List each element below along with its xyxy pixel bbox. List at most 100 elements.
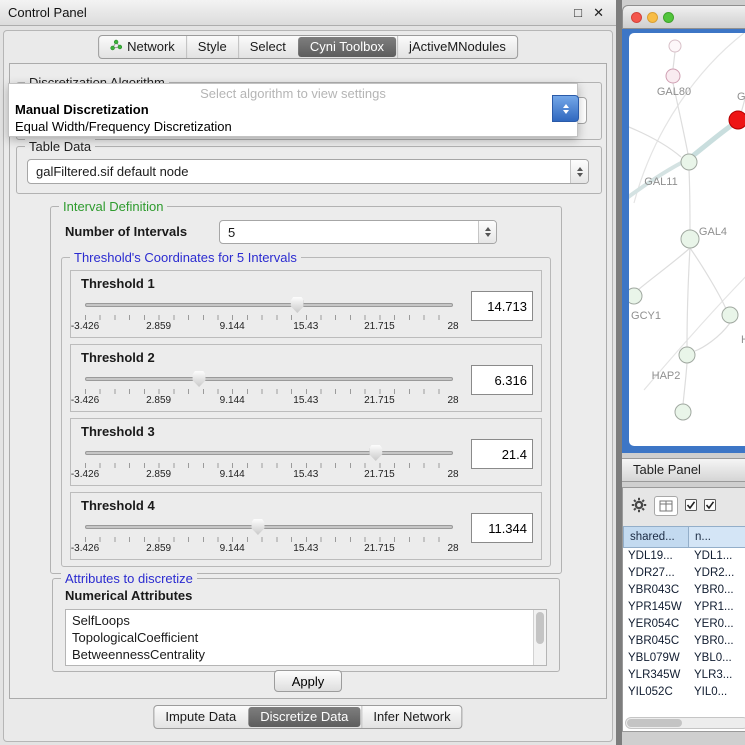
- list-item[interactable]: SelfLoops: [66, 610, 546, 629]
- list-item[interactable]: BetweennessCentrality: [66, 646, 546, 663]
- table-row[interactable]: YDR27...YDR2...: [623, 565, 745, 582]
- slider-thumb[interactable]: [369, 445, 382, 461]
- float-window-button[interactable]: □: [574, 5, 582, 20]
- table-panel-titlebar: Table Panel: [622, 458, 745, 482]
- network-canvas[interactable]: GAL80 GAL11 GAL4 GCY1 HAP2 GA H: [629, 33, 745, 446]
- tab-discretize-data[interactable]: Discretize Data: [248, 707, 360, 727]
- tab-label: Cyni Toolbox: [310, 37, 384, 57]
- list-item[interactable]: TopologicalCoefficient: [66, 629, 546, 646]
- network-window-titlebar: [622, 5, 745, 29]
- slider-thumb[interactable]: [193, 371, 206, 387]
- columns-button[interactable]: [654, 496, 678, 516]
- network-node[interactable]: [681, 154, 697, 170]
- threshold-value-input[interactable]: [471, 513, 533, 543]
- network-node[interactable]: [666, 69, 680, 83]
- minimize-traffic-light[interactable]: [647, 12, 658, 23]
- table-data-combobox[interactable]: galFiltered.sif default node: [27, 159, 589, 184]
- selected-network-node[interactable]: [729, 111, 745, 129]
- zoom-traffic-light[interactable]: [663, 12, 674, 23]
- gear-icon[interactable]: [631, 497, 647, 516]
- slider-track[interactable]: [85, 525, 453, 529]
- network-node[interactable]: [722, 307, 738, 323]
- slider-ticks: [85, 463, 453, 468]
- combo-stepper-icon[interactable]: [478, 221, 496, 243]
- scale-label: -3.426: [71, 321, 99, 332]
- slider-thumb[interactable]: [251, 519, 264, 535]
- number-of-intervals-combobox[interactable]: 5: [219, 220, 497, 244]
- threshold-value-input[interactable]: [471, 439, 533, 469]
- scrollbar-thumb[interactable]: [627, 719, 682, 727]
- scale-label: 9.144: [220, 543, 245, 554]
- slider-track[interactable]: [85, 377, 453, 381]
- threshold-label: Threshold 3: [81, 424, 155, 439]
- scale-label: 15.43: [293, 469, 318, 480]
- network-graph: GAL80 GAL11 GAL4 GCY1 HAP2 GA H: [629, 33, 745, 446]
- threshold-slider[interactable]: [85, 518, 453, 535]
- group-label: Threshold's Coordinates for 5 Intervals: [70, 250, 301, 265]
- apply-button[interactable]: Apply: [274, 670, 342, 692]
- tab-select[interactable]: Select: [238, 36, 297, 58]
- node-label: GA: [737, 91, 745, 103]
- threshold-value-input[interactable]: [471, 291, 533, 321]
- threshold-value-input[interactable]: [471, 365, 533, 395]
- columns-icon: [659, 500, 673, 512]
- horizontal-scrollbar[interactable]: [625, 717, 745, 729]
- combo-stepper-icon[interactable]: [570, 160, 588, 183]
- network-node[interactable]: [675, 404, 691, 420]
- node-label: GCY1: [631, 310, 661, 322]
- scrollbar-thumb[interactable]: [536, 612, 544, 644]
- scale-label: 15.43: [293, 395, 318, 406]
- threshold-slider[interactable]: [85, 296, 453, 313]
- tab-jactivemnodules[interactable]: jActiveMNodules: [397, 36, 517, 58]
- table-row[interactable]: YLR345WYLR3...: [623, 667, 745, 684]
- table-row[interactable]: YDL19...YDL1...: [623, 548, 745, 565]
- network-node[interactable]: [669, 40, 681, 52]
- tab-impute-data[interactable]: Impute Data: [154, 706, 247, 728]
- threshold-panel-3: Threshold 3 -3.426 2.859 9.144 15.43: [70, 418, 542, 486]
- threshold-slider[interactable]: [85, 370, 453, 387]
- tab-style[interactable]: Style: [186, 36, 238, 58]
- table-row[interactable]: YER054CYER0...: [623, 616, 745, 633]
- cell: YBR0...: [689, 633, 745, 650]
- close-window-button[interactable]: ✕: [593, 5, 604, 21]
- tab-network[interactable]: Network: [99, 36, 186, 58]
- vertical-scrollbar[interactable]: [533, 610, 546, 665]
- column-header-shared-name[interactable]: shared...: [623, 526, 689, 548]
- tab-label: Style: [198, 36, 227, 58]
- slider-thumb[interactable]: [291, 297, 304, 313]
- scale-label: -3.426: [71, 543, 99, 554]
- numerical-attributes-label: Numerical Attributes: [65, 588, 192, 603]
- popup-option-manual-discretization[interactable]: Manual Discretization: [9, 101, 577, 118]
- cell: YIL0...: [689, 684, 745, 701]
- slider-track[interactable]: [85, 451, 453, 455]
- scale-label: -3.426: [71, 469, 99, 480]
- network-node[interactable]: [679, 347, 695, 363]
- threshold-slider[interactable]: [85, 444, 453, 461]
- table-row[interactable]: YBR043CYBR0...: [623, 582, 745, 599]
- table-row[interactable]: YBL079WYBL0...: [623, 650, 745, 667]
- popup-option-equal-width[interactable]: Equal Width/Frequency Discretization: [9, 118, 577, 135]
- tab-cyni-toolbox[interactable]: Cyni Toolbox: [298, 37, 396, 57]
- checkbox-icon[interactable]: [685, 499, 697, 514]
- table-row[interactable]: YIL052CYIL0...: [623, 684, 745, 701]
- close-traffic-light[interactable]: [631, 12, 642, 23]
- network-node[interactable]: [629, 288, 642, 304]
- scale-label: 2.859: [146, 395, 171, 406]
- checkbox-icon[interactable]: [704, 499, 716, 514]
- network-window: GAL80 GAL11 GAL4 GCY1 HAP2 GA H: [622, 5, 745, 453]
- table-row[interactable]: YPR145WYPR1...: [623, 599, 745, 616]
- algorithm-combo-stepper-icon[interactable]: [552, 95, 579, 122]
- tab-label: Network: [127, 36, 175, 58]
- table-rows: YDL19...YDL1... YDR27...YDR2... YBR043CY…: [623, 548, 745, 731]
- slider-track[interactable]: [85, 303, 453, 307]
- table-row[interactable]: YBR045CYBR0...: [623, 633, 745, 650]
- tab-infer-network[interactable]: Infer Network: [361, 706, 461, 728]
- slider-scale: -3.426 2.859 9.144 15.43 21.715 28: [85, 469, 453, 481]
- bottom-tab-bar: Impute Data Discretize Data Infer Networ…: [153, 705, 462, 729]
- network-node[interactable]: [681, 230, 699, 248]
- control-panel-frame: Network Style Select Cyni Toolbox jActiv…: [3, 30, 613, 742]
- tab-label: Impute Data: [165, 706, 236, 728]
- column-header-name[interactable]: n...: [689, 526, 745, 548]
- cell: YBL0...: [689, 650, 745, 667]
- slider-ticks: [85, 315, 453, 320]
